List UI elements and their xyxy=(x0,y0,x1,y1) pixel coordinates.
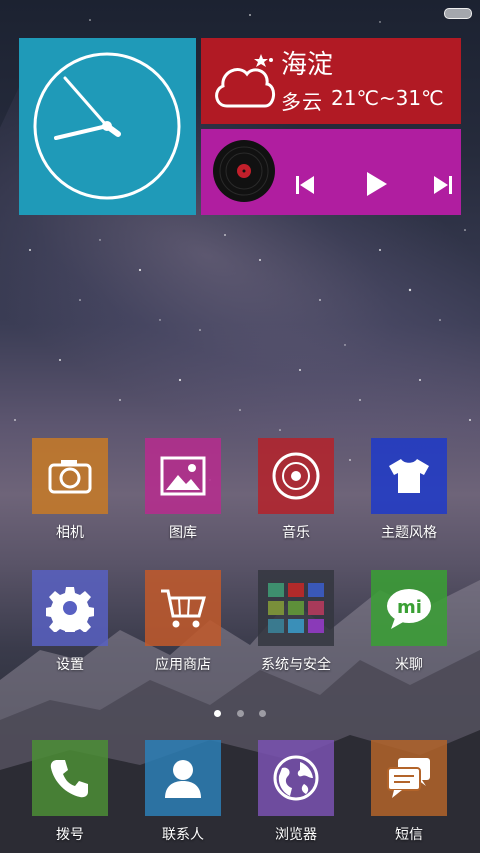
app-label: 音乐 xyxy=(282,525,310,541)
app-messages[interactable]: 短信 xyxy=(359,740,459,844)
app-label: 设置 xyxy=(56,657,84,673)
app-label: 图库 xyxy=(169,525,197,541)
page-dot[interactable] xyxy=(258,710,266,717)
mi-chat-icon: mi xyxy=(371,570,447,646)
app-label: 米聊 xyxy=(395,657,423,673)
page-indicator xyxy=(0,702,480,721)
skip-next-button[interactable] xyxy=(431,173,455,197)
app-settings[interactable]: 设置 xyxy=(20,570,120,674)
folder-icon xyxy=(258,570,334,646)
weather-city: 海淀 xyxy=(281,50,334,80)
app-camera[interactable]: 相机 xyxy=(20,438,120,542)
weather-condition: 多云 xyxy=(281,90,323,114)
app-label: 联系人 xyxy=(162,827,204,843)
app-contacts[interactable]: 联系人 xyxy=(133,740,233,844)
skip-next-icon xyxy=(434,176,452,194)
message-icon xyxy=(371,740,447,816)
play-icon xyxy=(367,172,387,196)
gear-icon xyxy=(32,570,108,646)
phone-icon xyxy=(32,740,108,816)
app-label: 系统与安全 xyxy=(261,657,331,673)
camera-icon xyxy=(32,438,108,514)
clock-widget[interactable] xyxy=(19,38,196,215)
app-themes[interactable]: 主题风格 xyxy=(359,438,459,542)
weather-widget[interactable]: 海淀 多云 21℃~31℃ xyxy=(201,38,461,124)
skip-previous-button[interactable] xyxy=(293,173,317,197)
battery-icon xyxy=(444,8,472,19)
app-label: 拨号 xyxy=(56,827,84,843)
app-dialer[interactable]: 拨号 xyxy=(20,740,120,844)
app-label: 短信 xyxy=(395,827,423,843)
analog-clock-icon xyxy=(33,52,181,200)
svg-text:mi: mi xyxy=(397,597,422,618)
page-dot[interactable] xyxy=(214,710,222,717)
gallery-icon xyxy=(145,438,221,514)
skip-previous-icon xyxy=(296,176,314,194)
app-store[interactable]: 应用商店 xyxy=(133,570,233,674)
app-label: 主题风格 xyxy=(381,525,437,541)
cloud-moon-icon xyxy=(215,54,275,108)
page-dot[interactable] xyxy=(236,710,244,717)
app-music[interactable]: 音乐 xyxy=(246,438,346,542)
music-widget[interactable] xyxy=(201,129,461,215)
shopping-cart-icon xyxy=(145,570,221,646)
contact-icon xyxy=(145,740,221,816)
app-label: 应用商店 xyxy=(155,657,211,673)
app-label: 相机 xyxy=(56,525,84,541)
tshirt-icon xyxy=(371,438,447,514)
app-label: 浏览器 xyxy=(275,827,317,843)
folder-system-security[interactable]: 系统与安全 xyxy=(246,570,346,674)
weather-temperature: 21℃~31℃ xyxy=(331,86,444,110)
app-browser[interactable]: 浏览器 xyxy=(246,740,346,844)
globe-icon xyxy=(258,740,334,816)
app-gallery[interactable]: 图库 xyxy=(133,438,233,542)
app-michat[interactable]: mi 米聊 xyxy=(359,570,459,674)
play-button[interactable] xyxy=(361,169,391,199)
music-disc-icon xyxy=(258,438,334,514)
vinyl-record-icon xyxy=(213,140,275,202)
